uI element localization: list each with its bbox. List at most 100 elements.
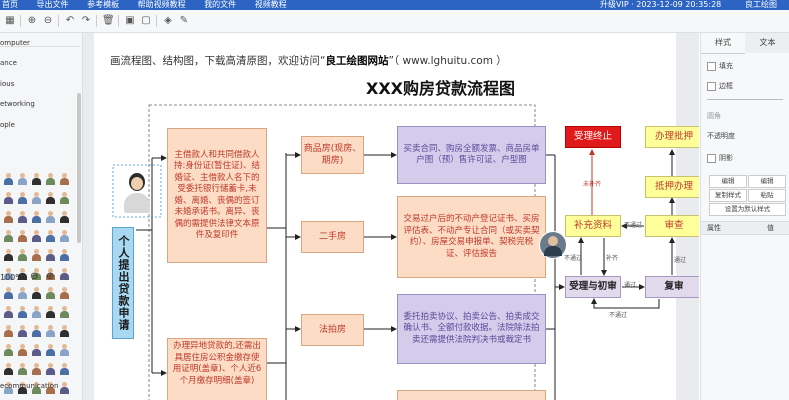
type-new-house[interactable]: 商品房(现房、期房) [301, 136, 364, 174]
review-box[interactable]: 复审 [645, 276, 699, 298]
zoom-out-small-icon[interactable]: ⊖ [30, 271, 38, 282]
panel-scrollbar[interactable] [77, 93, 81, 243]
person-shape-icon[interactable] [30, 363, 43, 376]
person-shape-icon[interactable] [30, 306, 43, 319]
person-shape-icon[interactable] [58, 230, 71, 243]
person-shape-icon[interactable] [44, 211, 57, 224]
person-shape-icon[interactable] [16, 249, 29, 262]
category-finance[interactable]: ance [0, 59, 17, 67]
applicant-box[interactable]: 个人提出贷款申请 [112, 227, 134, 339]
person-shape-icon[interactable] [16, 230, 29, 243]
undo-icon[interactable]: ↶ [64, 13, 76, 29]
person-shape-icon[interactable] [2, 211, 15, 224]
menu-item-export[interactable]: 导出文件 [37, 0, 69, 10]
person-shape-icon[interactable] [2, 287, 15, 300]
person-shape-icon[interactable] [58, 306, 71, 319]
zoom-level[interactable]: 100% [0, 273, 23, 282]
person-shape-icon[interactable] [58, 192, 71, 205]
line-style-preview[interactable] [707, 99, 783, 100]
fill-color-icon[interactable]: ◈ [162, 13, 174, 29]
set-default-style-button[interactable]: 设置为默认样式 [709, 203, 786, 216]
zoom-out-icon[interactable]: ⊖ [42, 13, 54, 29]
person-shape-icon[interactable] [44, 230, 57, 243]
drawing-canvas[interactable]: 画流程图、结构图，下载高清原图，欢迎访问“良工绘图网站”（ www.lghuit… [83, 33, 699, 400]
category-various[interactable]: ious [0, 80, 14, 88]
requirements-box-2[interactable]: 办理异地贷款的,还需出具居住房公积金缴存使用证明(盖章)、个人近6个月缴存明细(… [167, 338, 267, 400]
to-front-icon[interactable]: ▣ [124, 13, 136, 29]
person-shape-icon[interactable] [58, 363, 71, 376]
category-networking[interactable]: etworking [0, 100, 35, 108]
category-people[interactable]: ople [0, 121, 15, 129]
person-shape-icon[interactable] [44, 344, 57, 357]
person-shape-icon[interactable] [30, 211, 43, 224]
person-shape-icon[interactable] [58, 268, 71, 281]
person-avatar[interactable] [116, 169, 158, 215]
person-shape-icon[interactable] [2, 363, 15, 376]
person-shape-icon[interactable] [30, 249, 43, 262]
person-shape-icon[interactable] [16, 363, 29, 376]
line-color-icon[interactable]: ✎ [178, 13, 190, 29]
requirements-box-1[interactable]: 主借款人和共同借款人持:身份证(暂住证)、结婚证、主借款人名下的受委托银行储蓄卡… [167, 128, 267, 263]
category-computer[interactable]: omputer [0, 39, 30, 47]
edit-style-button[interactable]: 编辑 [709, 175, 747, 188]
person-shape-icon[interactable] [2, 230, 15, 243]
docs-new-house[interactable]: 买卖合同、购房全额发票、商品房单户图（预）售许可证、户型图 [397, 126, 546, 184]
person-shape-icon[interactable] [44, 363, 57, 376]
person-shape-icon[interactable] [2, 306, 15, 319]
person-shape-icon[interactable] [44, 287, 57, 300]
person-shape-icon[interactable] [58, 344, 71, 357]
grid-icon[interactable]: ▦ [4, 13, 16, 29]
user-name[interactable]: 良工绘图 [745, 0, 777, 10]
person-shape-icon[interactable] [30, 344, 43, 357]
menu-item-videos[interactable]: 视频教程 [255, 0, 287, 10]
menu-item-help[interactable]: 帮助视频教程 [138, 0, 186, 10]
copy-style-button[interactable]: 复制样式 [709, 189, 747, 202]
person-shape-icon[interactable] [2, 249, 15, 262]
menu-item-home[interactable]: 首页 [2, 0, 18, 10]
person-shape-icon[interactable] [44, 306, 57, 319]
terminate-box[interactable]: 受理终止 [565, 126, 621, 148]
person-shape-icon[interactable] [30, 287, 43, 300]
person-shape-icon[interactable] [30, 192, 43, 205]
person-shape-icon[interactable] [2, 325, 15, 338]
person-shape-icon[interactable] [2, 192, 15, 205]
person-shape-icon[interactable] [2, 173, 15, 186]
docs-auction[interactable]: 委托拍卖协议、拍卖公告、拍卖成交确认书、全额付款收据。法院除法拍卖还需提供法院判… [397, 294, 546, 364]
person-shape-icon[interactable] [16, 344, 29, 357]
person-shape-icon[interactable] [30, 325, 43, 338]
person-shape-icon[interactable] [58, 325, 71, 338]
type-auction[interactable]: 法拍房 [301, 314, 364, 346]
person-shape-icon[interactable] [58, 287, 71, 300]
audit-box[interactable]: 审查 [645, 215, 699, 237]
fill-checkbox[interactable] [707, 61, 716, 71]
supplement-box[interactable]: 补充资料 [565, 215, 621, 237]
fill-option[interactable]: 填充 [707, 61, 733, 71]
menu-item-files[interactable]: 我的文件 [204, 0, 236, 10]
accept-box[interactable]: 受理与初审 [565, 276, 621, 298]
category-telecommunication[interactable]: ecommunication [0, 382, 58, 390]
person-shape-icon[interactable] [58, 249, 71, 262]
header-brand[interactable]: 良工绘图网站 [325, 55, 388, 67]
docs-extra[interactable] [397, 390, 546, 400]
person-shape-icon[interactable] [58, 173, 71, 186]
header-url[interactable]: ”（ www.lghuitu.com ） [388, 55, 506, 67]
delete-icon[interactable]: 🗑 [102, 13, 115, 29]
approval-box[interactable]: 办理批押 [645, 126, 699, 148]
to-back-icon[interactable]: ▢ [140, 13, 152, 29]
redo-icon[interactable]: ↷ [80, 13, 92, 29]
person-shape-icon[interactable] [44, 192, 57, 205]
docs-second-hand[interactable]: 交易过户后的不动产登记证书、买房评估表、不动产专让合同（或买卖契约）、房屋交易申… [397, 196, 546, 278]
person-shape-icon[interactable] [2, 344, 15, 357]
person-shape-icon[interactable] [44, 173, 57, 186]
person-shape-icon[interactable] [30, 230, 43, 243]
person-shape-icon[interactable] [58, 211, 71, 224]
tab-style[interactable]: 样式 [701, 33, 745, 54]
line-option[interactable]: 边框 [707, 81, 733, 91]
person-shape-icon[interactable] [16, 173, 29, 186]
type-second-hand[interactable]: 二手房 [301, 221, 364, 253]
mortgage-box[interactable]: 抵押办理 [645, 176, 699, 198]
person-shape-icon[interactable] [30, 173, 43, 186]
person-shape-icon[interactable] [16, 211, 29, 224]
shadow-option[interactable]: 阴影 [707, 153, 733, 163]
paste-style-button[interactable]: 粘贴 [748, 189, 786, 202]
